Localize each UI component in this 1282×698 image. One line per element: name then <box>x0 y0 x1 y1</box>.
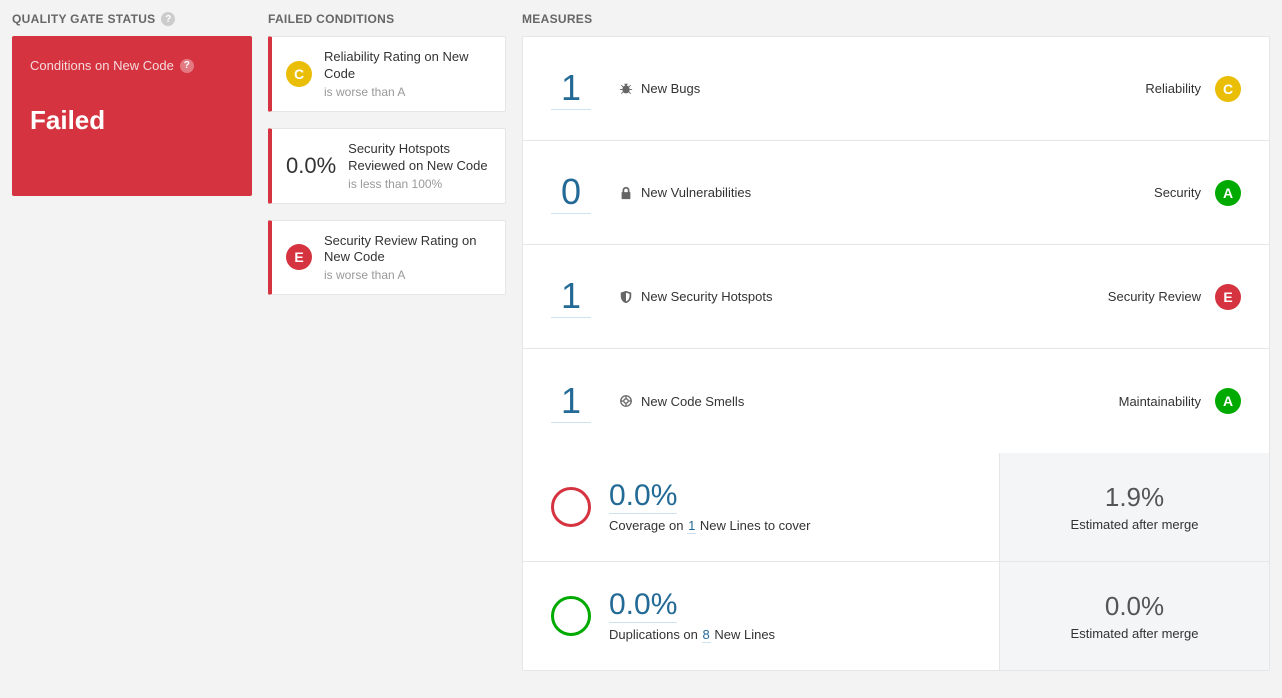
condition-title: Security Hotspots Reviewed on New Code <box>348 141 491 175</box>
duplications-estimate: 0.0% Estimated after merge <box>999 562 1269 670</box>
coverage-lines-link[interactable]: 1 <box>687 518 696 534</box>
quality-gate-column: QUALITY GATE STATUS ? Conditions on New … <box>12 12 252 671</box>
condition-sub: is worse than A <box>324 268 491 282</box>
measure-category: Security Review <box>1108 289 1201 304</box>
smell-icon <box>619 394 633 408</box>
duplications-estimate-value: 0.0% <box>1105 591 1164 622</box>
condition-title: Security Review Rating on New Code <box>324 233 491 267</box>
measure-label: New Security Hotspots <box>641 289 773 304</box>
quality-gate-conditions-link[interactable]: Conditions on New Code ? <box>30 58 234 73</box>
rating-badge: C <box>286 61 312 87</box>
measure-row: 0 New Vulnerabilities Security A <box>523 141 1269 245</box>
duplications-lines-link[interactable]: 8 <box>702 627 711 643</box>
rating-badge: A <box>1215 180 1241 206</box>
coverage-estimate-value: 1.9% <box>1105 482 1164 513</box>
rating-badge: C <box>1215 76 1241 102</box>
measure-label: New Bugs <box>641 81 700 96</box>
measures-heading: MEASURES <box>522 12 1270 26</box>
lock-icon <box>619 186 633 200</box>
quality-gate-card: Conditions on New Code ? Failed <box>12 36 252 196</box>
quality-gate-heading: QUALITY GATE STATUS ? <box>12 12 252 26</box>
measure-row: 1 New Bugs Reliability C <box>523 37 1269 141</box>
duplications-value[interactable]: 0.0% <box>609 590 677 623</box>
duplications-estimate-label: Estimated after merge <box>1071 626 1199 641</box>
help-icon[interactable]: ? <box>180 59 194 73</box>
coverage-estimate: 1.9% Estimated after merge <box>999 453 1269 561</box>
measure-value[interactable]: 1 <box>551 380 591 423</box>
failed-condition-item[interactable]: 0.0% Security Hotspots Reviewed on New C… <box>268 128 506 204</box>
measures-column: MEASURES 1 New Bugs Reliability C 0 New … <box>522 12 1270 671</box>
measure-row: 1 New Code Smells Maintainability A <box>523 349 1269 453</box>
coverage-subtext: Coverage on 1 New Lines to cover <box>609 518 810 533</box>
quality-gate-heading-text: QUALITY GATE STATUS <box>12 12 155 26</box>
failed-condition-item[interactable]: C Reliability Rating on New Code is wors… <box>268 36 506 112</box>
condition-sub: is worse than A <box>324 85 491 99</box>
measures-box: 1 New Bugs Reliability C 0 New Vulnerabi… <box>522 36 1270 671</box>
coverage-value[interactable]: 0.0% <box>609 481 677 514</box>
measure-label: New Vulnerabilities <box>641 185 751 200</box>
duplications-row: 0.0% Duplications on 8 New Lines 0.0% Es… <box>523 562 1269 670</box>
failed-conditions-list: C Reliability Rating on New Code is wors… <box>268 36 506 295</box>
measure-category: Reliability <box>1145 81 1201 96</box>
failed-conditions-heading: FAILED CONDITIONS <box>268 12 506 26</box>
duplications-indicator-icon <box>551 596 591 636</box>
condition-value: 0.0% <box>286 153 336 179</box>
condition-sub: is less than 100% <box>348 177 491 191</box>
duplications-subtext: Duplications on 8 New Lines <box>609 627 775 642</box>
measure-row: 1 New Security Hotspots Security Review … <box>523 245 1269 349</box>
failed-conditions-column: FAILED CONDITIONS C Reliability Rating o… <box>268 12 506 671</box>
measure-value[interactable]: 1 <box>551 275 591 318</box>
rating-badge: A <box>1215 388 1241 414</box>
coverage-row: 0.0% Coverage on 1 New Lines to cover 1.… <box>523 453 1269 562</box>
quality-gate-status: Failed <box>30 105 234 136</box>
measure-value[interactable]: 1 <box>551 67 591 110</box>
coverage-estimate-label: Estimated after merge <box>1071 517 1199 532</box>
measure-label: New Code Smells <box>641 394 744 409</box>
rating-badge: E <box>1215 284 1241 310</box>
condition-title: Reliability Rating on New Code <box>324 49 491 83</box>
quality-gate-conditions-label: Conditions on New Code <box>30 58 174 73</box>
measure-category: Security <box>1154 185 1201 200</box>
duplications-left: 0.0% Duplications on 8 New Lines <box>523 562 999 670</box>
bug-icon <box>619 82 633 96</box>
coverage-indicator-icon <box>551 487 591 527</box>
help-icon[interactable]: ? <box>161 12 175 26</box>
rating-badge: E <box>286 244 312 270</box>
measure-category: Maintainability <box>1119 394 1201 409</box>
measure-value[interactable]: 0 <box>551 171 591 214</box>
coverage-left: 0.0% Coverage on 1 New Lines to cover <box>523 453 999 561</box>
shield-icon <box>619 290 633 304</box>
failed-condition-item[interactable]: E Security Review Rating on New Code is … <box>268 220 506 296</box>
overview-page: QUALITY GATE STATUS ? Conditions on New … <box>12 12 1270 671</box>
